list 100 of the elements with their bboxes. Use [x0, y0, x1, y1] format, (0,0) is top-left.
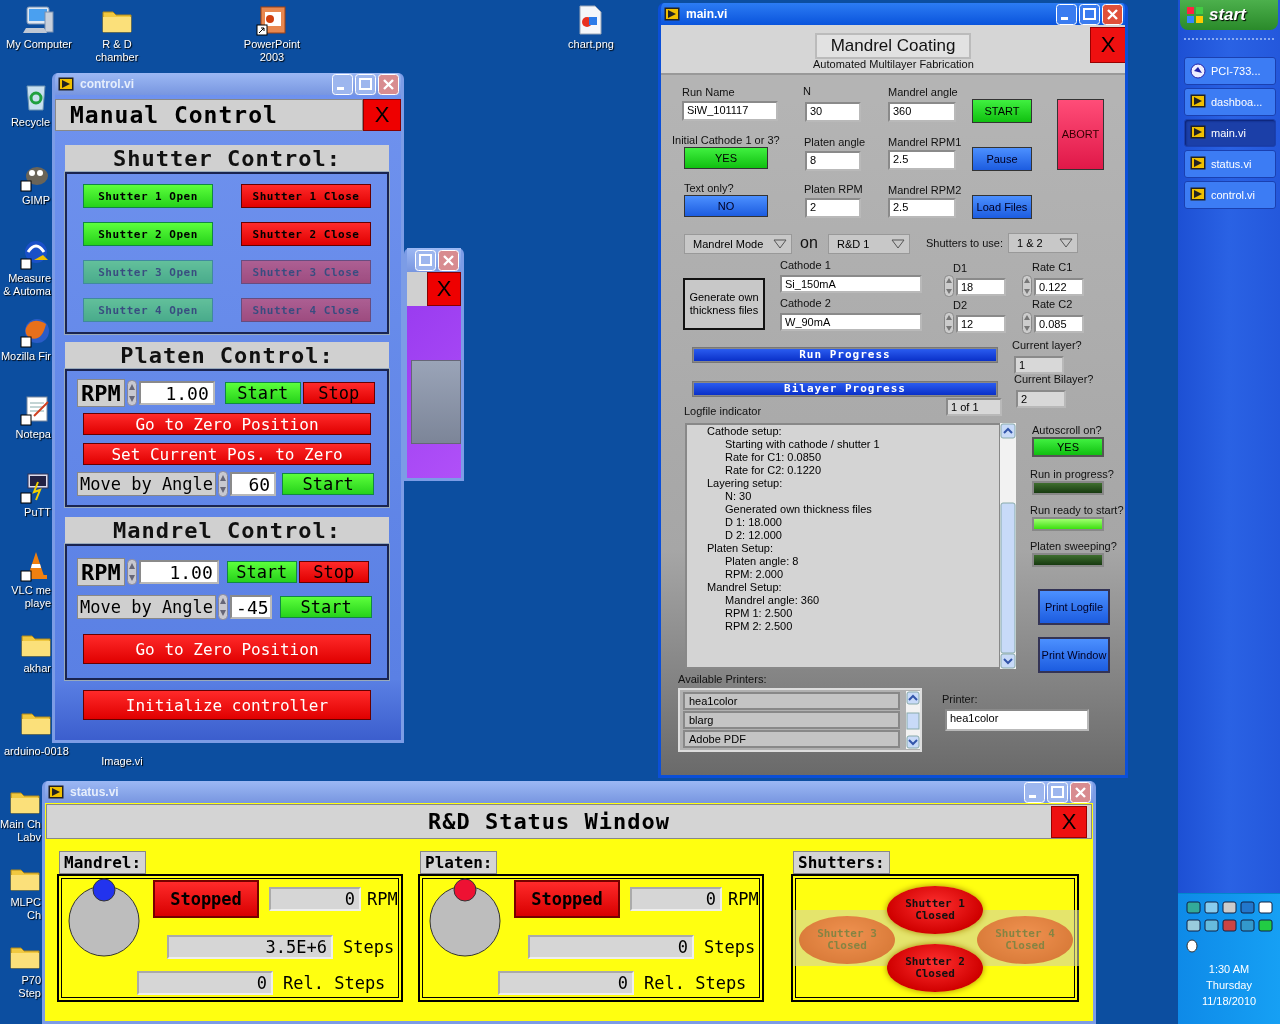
- printer-list-item[interactable]: Adobe PDF: [683, 730, 900, 748]
- tray-icon[interactable]: [1239, 900, 1255, 915]
- maximize-icon[interactable]: [415, 249, 436, 271]
- desktop-icon-label: chart.png: [567, 38, 615, 51]
- maximize-icon[interactable]: [355, 73, 376, 95]
- printer-field[interactable]: hea1color: [945, 709, 1089, 731]
- initialize-button[interactable]: Initialize controller: [83, 690, 371, 720]
- toggle-button[interactable]: YES: [684, 147, 768, 169]
- angle-field[interactable]: -45: [230, 595, 273, 619]
- shutter-close-button[interactable]: Shutter 1 Close: [241, 184, 371, 208]
- printer-list-item[interactable]: blarg: [683, 711, 900, 729]
- slides-icon[interactable]: [256, 4, 288, 36]
- shutter-open-button[interactable]: Shutter 2 Open: [83, 222, 213, 246]
- tray-icon[interactable]: [1257, 918, 1273, 933]
- labview-icon: [1190, 94, 1206, 110]
- taskbar-button[interactable]: dashboa...: [1184, 88, 1276, 116]
- minimize-icon[interactable]: [1056, 3, 1077, 25]
- spinner-icon[interactable]: [218, 594, 229, 620]
- angle-field[interactable]: 60: [230, 472, 277, 496]
- text-field[interactable]: 2.5: [888, 150, 956, 170]
- computer-icon[interactable]: [23, 4, 55, 36]
- tray-icon[interactable]: [1221, 900, 1237, 915]
- spinner-icon[interactable]: [1022, 312, 1032, 334]
- taskbar-button[interactable]: main.vi: [1184, 119, 1276, 147]
- shutter-open-button[interactable]: Shutter 1 Open: [83, 184, 213, 208]
- text-field[interactable]: Si_150mA: [780, 275, 922, 293]
- text-field[interactable]: 30: [805, 102, 861, 122]
- number-field[interactable]: 18: [956, 278, 1006, 296]
- action-button[interactable]: Pause: [972, 147, 1032, 171]
- print-button[interactable]: Print Logfile: [1038, 589, 1110, 625]
- terminal-icon[interactable]: [20, 472, 52, 504]
- taskbar-button[interactable]: control.vi: [1184, 181, 1276, 209]
- printer-list-item[interactable]: hea1color: [683, 692, 900, 710]
- text-field[interactable]: 2: [805, 198, 861, 218]
- number-field[interactable]: 0.122: [1034, 278, 1084, 296]
- close-icon[interactable]: [1070, 781, 1091, 803]
- zero-position-button[interactable]: Go to Zero Position: [83, 413, 371, 435]
- set-zero-button[interactable]: Set Current Pos. to Zero: [83, 443, 371, 465]
- tray-icon[interactable]: [1185, 918, 1201, 933]
- generate-button[interactable]: Generate own thickness files: [683, 278, 765, 330]
- start-button[interactable]: Start: [280, 596, 373, 618]
- section-label: Shutters:: [793, 851, 890, 874]
- text-field[interactable]: 2.5: [888, 198, 956, 218]
- start-button[interactable]: Start: [226, 561, 297, 583]
- number-field[interactable]: 0.085: [1034, 315, 1084, 333]
- close-button[interactable]: X: [363, 99, 401, 131]
- zero-position-button[interactable]: Go to Zero Position: [83, 634, 371, 664]
- tray-icon[interactable]: [1221, 918, 1237, 933]
- text-field[interactable]: SiW_101117: [682, 101, 778, 121]
- close-icon[interactable]: [1102, 3, 1123, 25]
- spinner-icon[interactable]: [218, 471, 229, 497]
- start-button[interactable]: start: [1180, 0, 1278, 30]
- start-button[interactable]: START: [972, 99, 1032, 123]
- stop-button[interactable]: Stop: [298, 561, 369, 583]
- close-button[interactable]: X: [1090, 27, 1125, 63]
- dropdown[interactable]: 1 & 2: [1008, 233, 1078, 253]
- rpm-field[interactable]: 1.00: [138, 560, 219, 584]
- text-field[interactable]: W_90mA: [780, 313, 922, 331]
- maximize-icon[interactable]: [1047, 781, 1068, 803]
- tray-icon[interactable]: [1185, 900, 1201, 915]
- globe-icon[interactable]: [20, 316, 52, 348]
- dropdown[interactable]: Mandrel Mode: [684, 234, 792, 254]
- taskbar-button[interactable]: PCI-733...: [1184, 57, 1276, 85]
- rpm-field[interactable]: 1.00: [138, 381, 215, 405]
- spinner-icon[interactable]: [1022, 275, 1032, 297]
- shutter-close-button[interactable]: Shutter 2 Close: [241, 222, 371, 246]
- mouse-icon[interactable]: [1184, 937, 1200, 953]
- text-field[interactable]: 360: [888, 102, 956, 122]
- number-field[interactable]: 12: [956, 315, 1006, 333]
- desktop-icon-label: R & D chamber: [94, 38, 140, 64]
- toggle-button[interactable]: YES: [1032, 437, 1104, 457]
- start-button[interactable]: Start: [282, 473, 375, 495]
- close-button[interactable]: X: [427, 272, 461, 306]
- spinner-icon[interactable]: [126, 559, 137, 585]
- tray-icon[interactable]: [1203, 918, 1219, 933]
- spinner-icon[interactable]: [126, 380, 137, 406]
- maximize-icon[interactable]: [1079, 3, 1100, 25]
- tray-icon[interactable]: [1203, 900, 1219, 915]
- print-button[interactable]: Print Window: [1038, 637, 1110, 673]
- spinner-icon[interactable]: [944, 275, 954, 297]
- action-button[interactable]: Load Files: [972, 195, 1032, 219]
- close-icon[interactable]: [378, 73, 399, 95]
- close-icon[interactable]: [438, 249, 459, 271]
- spinner-icon[interactable]: [944, 312, 954, 334]
- notepad-icon[interactable]: [20, 394, 52, 426]
- minimize-icon[interactable]: [1024, 781, 1045, 803]
- window-title: control.vi: [80, 77, 135, 91]
- toggle-button[interactable]: NO: [684, 195, 768, 217]
- abort-button[interactable]: ABORT: [1057, 99, 1104, 170]
- start-button[interactable]: Start: [224, 382, 301, 404]
- tray-icon[interactable]: [1257, 900, 1273, 915]
- stop-button[interactable]: Stop: [302, 382, 375, 404]
- taskbar-button[interactable]: status.vi: [1184, 150, 1276, 178]
- text-field[interactable]: 8: [805, 151, 861, 171]
- minimize-icon[interactable]: [332, 73, 353, 95]
- tray-icon[interactable]: [1239, 918, 1255, 933]
- dropdown[interactable]: R&D 1: [828, 234, 910, 254]
- scrollbar[interactable]: [1000, 423, 1016, 669]
- scrollbar[interactable]: [906, 691, 920, 749]
- close-button[interactable]: X: [1051, 805, 1087, 838]
